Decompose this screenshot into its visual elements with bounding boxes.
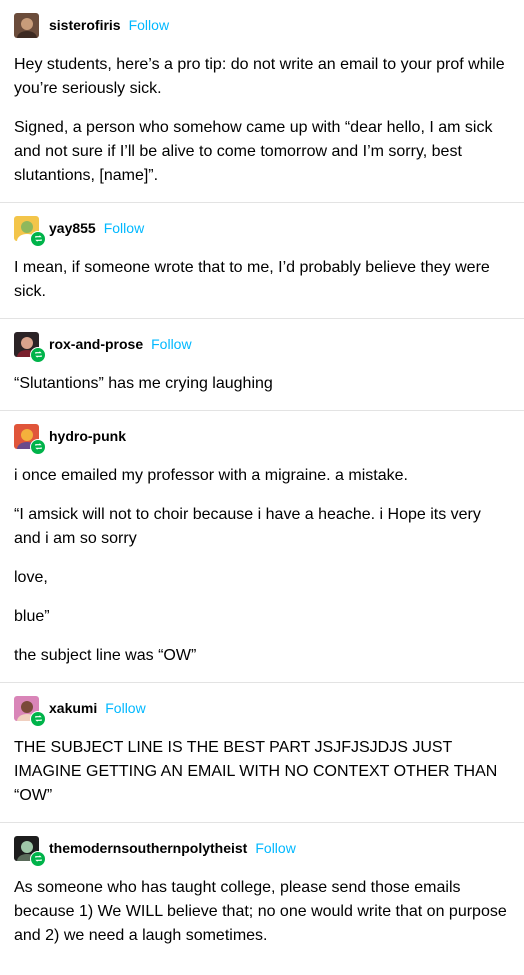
post-paragraph: Signed, a person who somehow came up wit… [14,119,493,184]
post-header: yay855 Follow [0,215,524,247]
username-link[interactable]: xakumi [49,700,97,716]
follow-button[interactable]: Follow [129,17,169,33]
post-body: “Slutantions” has me crying laughing [0,372,524,396]
follow-button[interactable]: Follow [105,700,145,716]
avatar[interactable] [14,423,46,455]
username-link[interactable]: themodernsouthernpolytheist [49,840,247,856]
reblog-entry: sisterofiris Follow Hey students, here’s a… [0,0,524,203]
username-link[interactable]: yay855 [49,220,96,236]
username-link[interactable]: sisterofiris [49,17,121,33]
reblog-entry: xakumi Follow THE SUBJECT LINE IS THE BEST… [0,683,524,823]
reblog-icon [30,710,46,727]
reblog-icon [30,230,46,247]
reblog-entry: hydro-punk i once emailed my professor wi… [0,411,524,683]
avatar[interactable] [14,12,39,38]
reblog-entry: rox-and-prose Follow “Slutantions” has me … [0,319,524,411]
username-link[interactable]: rox-and-prose [49,336,143,352]
post-paragraph: blue” [14,608,50,625]
username-link[interactable]: hydro-punk [49,428,126,444]
post-body: I mean, if someone wrote that to me, I’d… [0,256,524,304]
post-paragraph: i once emailed my professor with a migra… [14,467,408,484]
reblog-thread: sisterofiris Follow Hey students, here’s a… [0,0,524,962]
avatar[interactable] [14,695,46,727]
post-header: sisterofiris Follow [0,12,524,38]
post-header: rox-and-prose Follow [0,331,524,363]
reblog-entry: yay855 Follow I mean, if someone wrote tha… [0,203,524,319]
post-paragraph: love, [14,569,48,586]
reblog-icon [30,850,46,867]
avatar[interactable] [14,215,46,247]
reblog-entry: themodernsouthernpolytheist Follow As some… [0,823,524,962]
post-paragraph: the subject line was “OW” [14,647,197,664]
post-paragraph: “I amsick will not to choir because i ha… [14,506,481,547]
avatar[interactable] [14,331,46,363]
post-header: themodernsouthernpolytheist Follow [0,835,524,867]
reblog-icon [30,346,46,363]
post-body: As someone who has taught college, pleas… [0,876,524,948]
post-paragraph: “Slutantions” has me crying laughing [14,375,273,392]
post-header: hydro-punk [0,423,524,455]
follow-button[interactable]: Follow [151,336,191,352]
post-paragraph: Hey students, here’s a pro tip: do not w… [14,56,505,97]
post-paragraph: I mean, if someone wrote that to me, I’d… [14,259,490,300]
avatar[interactable] [14,835,46,867]
post-body: Hey students, here’s a pro tip: do not w… [0,53,524,188]
post-paragraph: THE SUBJECT LINE IS THE BEST PART JSJFJS… [14,739,498,804]
post-body: THE SUBJECT LINE IS THE BEST PART JSJFJS… [0,736,524,808]
follow-button[interactable]: Follow [104,220,144,236]
follow-button[interactable]: Follow [255,840,295,856]
post-header: xakumi Follow [0,695,524,727]
reblog-icon [30,438,46,455]
post-paragraph: As someone who has taught college, pleas… [14,879,507,944]
post-body: i once emailed my professor with a migra… [0,464,524,668]
